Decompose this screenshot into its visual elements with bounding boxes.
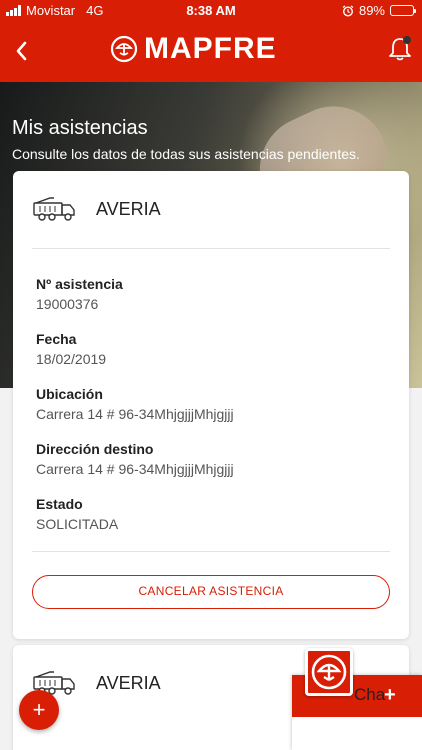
chat-avatar[interactable] <box>305 648 353 696</box>
field-label: Dirección destino <box>36 441 154 457</box>
status-value: SOLICITADA <box>36 516 119 532</box>
divider <box>32 551 390 552</box>
field-label: Estado <box>36 496 83 512</box>
cancel-assistance-button[interactable]: CANCELAR ASISTENCIA <box>32 575 390 609</box>
battery-percent: 89% <box>358 3 385 18</box>
card-header: AVERIA <box>32 171 390 249</box>
field-location: Ubicación Carrera 14 # 96-34MhjgjjjMhjgj… <box>36 386 234 441</box>
mapfre-emblem-icon <box>311 654 347 690</box>
field-value: Carrera 14 # 96-34MhjgjjjMhjgjjj <box>36 461 234 477</box>
tow-truck-icon <box>33 197 75 221</box>
field-assistance-number: Nº asistencia 19000376 <box>36 276 234 331</box>
field-value: Carrera 14 # 96-34MhjgjjjMhjgjjj <box>36 406 234 422</box>
field-label: Nº asistencia <box>36 276 123 292</box>
field-label: Fecha <box>36 331 77 347</box>
page-title: Mis asistencias <box>12 117 148 139</box>
status-right: 89% <box>342 3 416 18</box>
notification-dot <box>403 36 411 44</box>
app-header: MAPFRE <box>0 22 422 82</box>
bell-icon[interactable] <box>386 34 414 64</box>
mapfre-emblem-icon <box>110 35 138 63</box>
alarm-icon <box>342 4 354 17</box>
add-button[interactable]: + <box>19 690 59 730</box>
mapfre-logo: MAPFRE <box>110 32 277 66</box>
field-destination: Dirección destino Carrera 14 # 96-34Mhjg… <box>36 441 234 496</box>
field-label: Ubicación <box>36 386 103 402</box>
logo-text: MAPFRE <box>144 32 277 65</box>
assistance-type: AVERIA <box>96 673 161 693</box>
assistance-card: AVERIA Nº asistencia 19000376 Fecha 18/0… <box>13 171 409 639</box>
assistance-type: AVERIA <box>96 199 161 219</box>
chat-expand-icon[interactable]: + <box>384 684 396 707</box>
field-value: 18/02/2019 <box>36 351 107 367</box>
chevron-left-icon[interactable] <box>8 36 38 66</box>
field-value: 19000376 <box>36 296 99 312</box>
page-subtitle: Consulte los datos de todas sus asistenc… <box>12 146 360 162</box>
status-bar: Movistar 4G 8:38 AM 89% <box>0 0 422 22</box>
field-date: Fecha 18/02/2019 <box>36 331 234 386</box>
field-status: Estado SOLICITADA <box>36 496 234 551</box>
chat-label: Cha <box>354 685 386 704</box>
battery-icon <box>390 5 416 16</box>
assistance-details: Nº asistencia 19000376 Fecha 18/02/2019 … <box>36 276 234 551</box>
